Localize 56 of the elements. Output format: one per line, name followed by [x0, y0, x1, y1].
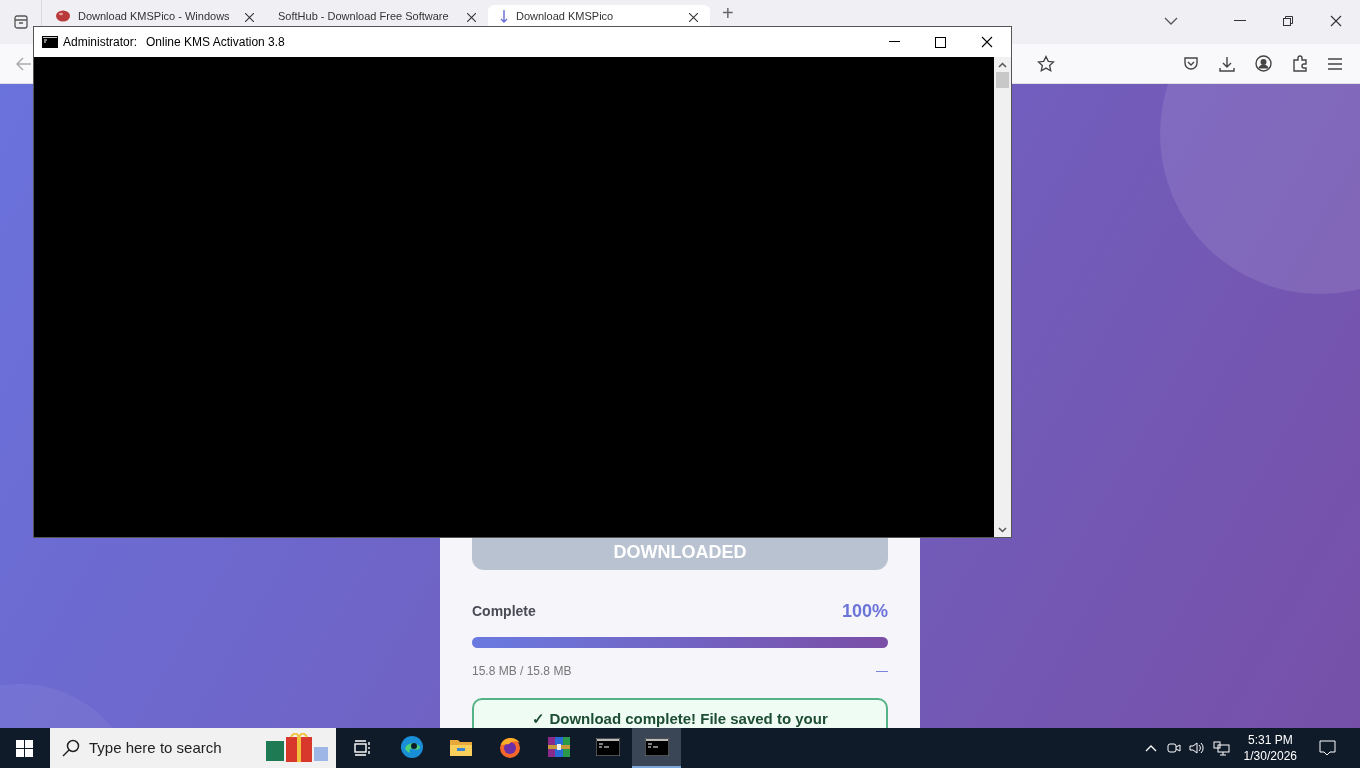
- download-arrow-icon: [500, 10, 508, 24]
- window-title: Online KMS Activation 3.8: [146, 34, 285, 51]
- tab-title: Download KMSPico - Windows: [78, 10, 231, 23]
- star-icon[interactable]: [1037, 54, 1055, 73]
- minimize-icon[interactable]: [889, 41, 900, 43]
- download-size: 15.8 MB / 15.8 MB: [472, 663, 572, 680]
- camera-icon[interactable]: [1166, 741, 1181, 755]
- close-icon[interactable]: [1330, 15, 1342, 27]
- notification-icon[interactable]: [1319, 739, 1336, 757]
- task-view-icon: [353, 740, 372, 756]
- menu-icon[interactable]: [1328, 57, 1342, 70]
- folder-icon: [448, 737, 473, 757]
- taskbar-app-button[interactable]: [632, 728, 681, 768]
- speaker-icon[interactable]: [1188, 741, 1205, 755]
- clock-date: 1/30/2026: [1243, 748, 1297, 764]
- download-speed: —: [876, 663, 888, 680]
- close-icon[interactable]: [981, 36, 993, 48]
- notice-text: ✓ Download complete! File saved to your: [532, 709, 828, 728]
- maximize-icon[interactable]: [935, 36, 946, 48]
- restore-icon[interactable]: [1282, 15, 1294, 27]
- browser-tab[interactable]: Download KMSPico - Windows: [44, 5, 266, 26]
- browser-tab[interactable]: SoftHub - Download Free Software: [266, 5, 488, 26]
- browser-tab[interactable]: Download KMSPico: [488, 5, 710, 26]
- pocket-icon[interactable]: [1183, 55, 1199, 72]
- console-icon: [595, 738, 620, 756]
- scroll-thumb[interactable]: [996, 72, 1009, 88]
- progress-percent: 100%: [841, 600, 888, 623]
- extensions-icon[interactable]: [1292, 55, 1308, 72]
- clock-time: 5:31 PM: [1247, 732, 1293, 748]
- account-icon[interactable]: [1255, 55, 1272, 72]
- scroll-up-icon[interactable]: [998, 62, 1007, 68]
- tab-title: SoftHub - Download Free Software: [278, 10, 450, 23]
- window-title-prefix: Administrator:: [63, 34, 138, 51]
- chevron-up-icon[interactable]: [1144, 744, 1157, 752]
- scrollbar[interactable]: [994, 57, 1011, 537]
- close-tab-icon[interactable]: [245, 13, 254, 22]
- scroll-down-icon[interactable]: [998, 527, 1007, 533]
- gift-drawing: [264, 733, 330, 763]
- windows-start-icon[interactable]: [16, 739, 33, 757]
- console-icon: [644, 738, 669, 756]
- close-tab-icon[interactable]: [467, 13, 476, 22]
- progress-label: Complete: [472, 602, 536, 621]
- search-field[interactable]: Type here to search: [50, 728, 336, 768]
- network-icon[interactable]: [1212, 740, 1230, 756]
- archive-books-icon: [546, 735, 571, 759]
- close-tab-icon[interactable]: [689, 13, 698, 22]
- search-placeholder: Type here to search: [89, 737, 222, 758]
- chevron-down-icon[interactable]: [1164, 16, 1178, 26]
- new-tab-button[interactable]: +: [722, 3, 734, 23]
- minimize-icon[interactable]: [1234, 20, 1246, 22]
- tab-list-icon[interactable]: [12, 14, 29, 30]
- download-icon[interactable]: [1219, 55, 1235, 72]
- console-icon: [42, 36, 58, 48]
- search-icon: [62, 739, 80, 757]
- tab-title: Download KMSPico: [516, 10, 615, 23]
- favicon-icon: [56, 10, 70, 22]
